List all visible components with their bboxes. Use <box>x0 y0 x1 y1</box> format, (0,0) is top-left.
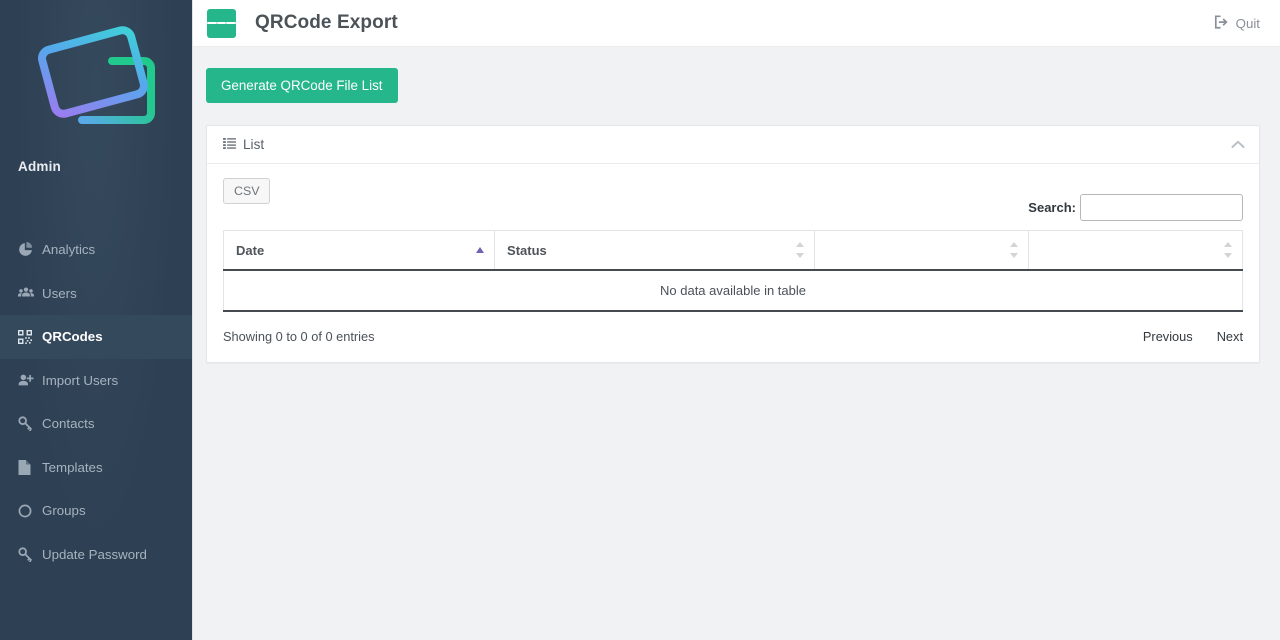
list-panel-body: CSV Search: Date <box>207 164 1259 362</box>
qrcode-list-table: Date Status <box>223 230 1243 312</box>
brand-username: Admin <box>0 150 192 190</box>
sort-icon-down <box>1010 253 1018 258</box>
search-filter: Search: <box>1028 194 1243 221</box>
generate-qrcode-file-list-button[interactable]: Generate QRCode File List <box>206 68 398 103</box>
quit-button[interactable]: Quit <box>1214 15 1260 32</box>
qrcode-brand-logo-svg <box>31 23 161 133</box>
sidebar-item-label: Contacts <box>42 416 94 431</box>
chevron-up-icon[interactable] <box>1231 140 1245 149</box>
column-header-4[interactable] <box>1028 231 1242 270</box>
sidebar-item-users[interactable]: Users <box>0 272 192 316</box>
datatable-toolbar: CSV Search: <box>223 178 1243 221</box>
sidebar-item-qrcodes[interactable]: QRCodes <box>0 315 192 359</box>
pagination: Previous Next <box>1143 329 1243 344</box>
top-bar-right: Quit <box>1214 15 1260 32</box>
sort-icon-up <box>796 242 804 247</box>
table-header-row: Date Status <box>224 231 1243 270</box>
list-icon <box>223 137 236 152</box>
list-panel: List CSV Search: <box>206 125 1260 363</box>
pagination-next[interactable]: Next <box>1217 329 1243 344</box>
sort-icon-up <box>1224 242 1232 247</box>
entries-info: Showing 0 to 0 of 0 entries <box>223 329 375 344</box>
user-plus-icon <box>18 372 38 388</box>
content-area: Generate QRCode File List List <box>193 47 1280 363</box>
sidebar-item-groups[interactable]: Groups <box>0 489 192 533</box>
search-input[interactable] <box>1080 194 1243 221</box>
empty-table-message: No data available in table <box>224 270 1243 311</box>
circle-icon <box>18 503 38 519</box>
list-panel-title-group: List <box>223 137 264 152</box>
table-body: No data available in table <box>224 270 1243 311</box>
users-icon <box>18 285 38 301</box>
list-panel-title: List <box>243 137 264 152</box>
key-icon <box>18 546 38 562</box>
hamburger-icon[interactable] <box>207 9 236 38</box>
sidebar-item-label: QRCodes <box>42 329 103 344</box>
sidebar-item-templates[interactable]: Templates <box>0 446 192 490</box>
sidebar-item-update-password[interactable]: Update Password <box>0 533 192 577</box>
page-title: QRCode Export <box>255 12 398 34</box>
sign-out-icon <box>1214 15 1229 32</box>
column-header-label: Date <box>236 243 264 258</box>
sidebar-item-contacts[interactable]: Contacts <box>0 402 192 446</box>
brand-logo[interactable] <box>0 0 192 150</box>
sidebar-nav: Analytics Users <box>0 228 192 576</box>
sort-ascending-icon <box>476 247 484 253</box>
sidebar-item-label: Analytics <box>42 242 95 257</box>
search-label: Search: <box>1028 200 1076 215</box>
table-row-empty: No data available in table <box>224 270 1243 311</box>
file-icon <box>18 459 38 475</box>
table-header: Date Status <box>224 231 1243 270</box>
key-icon <box>18 416 38 432</box>
qrcode-icon <box>18 329 38 345</box>
sidebar-item-import-users[interactable]: Import Users <box>0 359 192 403</box>
sidebar-item-analytics[interactable]: Analytics <box>0 228 192 272</box>
quit-label: Quit <box>1236 16 1260 31</box>
sidebar-item-label: Update Password <box>42 547 147 562</box>
csv-export-button[interactable]: CSV <box>223 178 270 204</box>
datatable-footer: Showing 0 to 0 of 0 entries Previous Nex… <box>223 329 1243 344</box>
sidebar-item-label: Groups <box>42 503 86 518</box>
top-bar: QRCode Export Quit <box>193 0 1280 47</box>
column-header-status[interactable]: Status <box>495 231 815 270</box>
sidebar: Admin Analytics <box>0 0 193 640</box>
sidebar-item-label: Templates <box>42 460 103 475</box>
pagination-previous[interactable]: Previous <box>1143 329 1193 344</box>
column-header-3[interactable] <box>815 231 1029 270</box>
sidebar-item-label: Import Users <box>42 373 118 388</box>
list-panel-header: List <box>207 126 1259 164</box>
column-header-label: Status <box>507 243 547 258</box>
main-area: QRCode Export Quit Generate QRCode File … <box>193 0 1280 640</box>
sidebar-item-label: Users <box>42 286 77 301</box>
sort-icon-down <box>1224 253 1232 258</box>
sort-icon-down <box>796 253 804 258</box>
sort-icon-up <box>1010 242 1018 247</box>
app-root: Admin Analytics <box>0 0 1280 640</box>
pie-chart-icon <box>18 242 38 258</box>
column-header-date[interactable]: Date <box>224 231 495 270</box>
